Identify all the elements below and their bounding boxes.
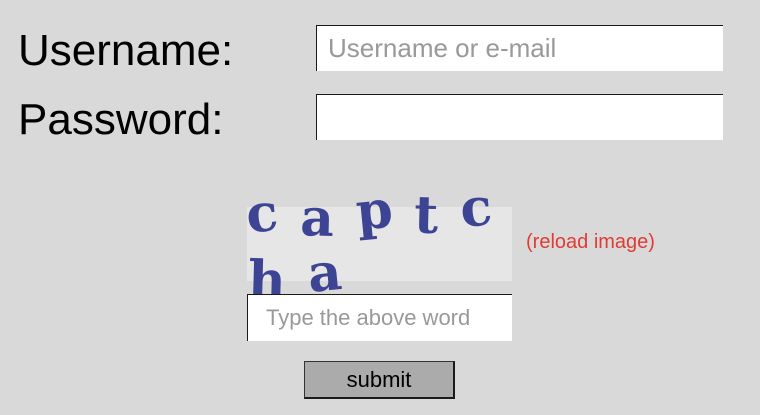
captcha-image: c a p t c h a bbox=[243, 176, 512, 311]
captcha-letter: t bbox=[413, 184, 442, 247]
captcha-letter: c bbox=[243, 181, 283, 246]
reload-captcha-link[interactable]: (reload image) bbox=[526, 231, 655, 254]
captcha-letter: p bbox=[352, 178, 397, 243]
captcha-letter: c bbox=[457, 175, 497, 240]
captcha-word: c a p t c h a bbox=[243, 176, 513, 311]
username-label: Username: bbox=[18, 26, 234, 75]
submit-button[interactable]: submit bbox=[304, 361, 455, 399]
password-field[interactable] bbox=[316, 94, 723, 140]
captcha-answer-field[interactable] bbox=[247, 294, 512, 341]
captcha-letter: a bbox=[299, 187, 337, 250]
password-label: Password: bbox=[18, 95, 224, 144]
username-field[interactable] bbox=[316, 25, 723, 71]
